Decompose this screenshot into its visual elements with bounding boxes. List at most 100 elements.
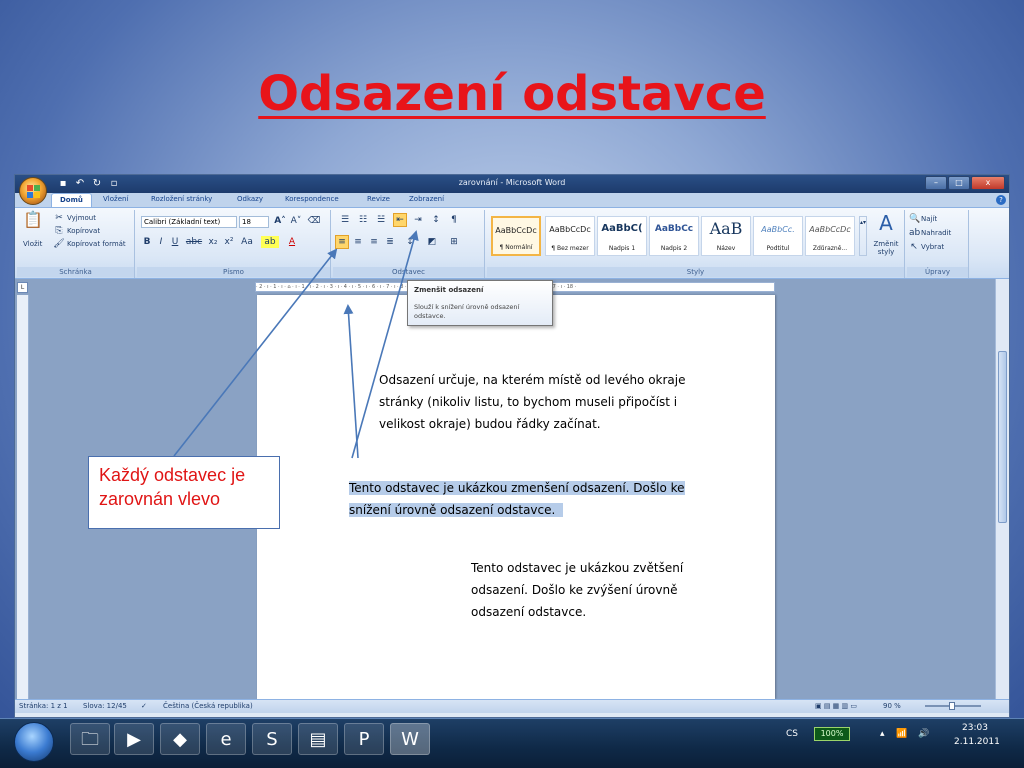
- change-styles-icon[interactable]: A: [871, 212, 901, 234]
- numbering-icon[interactable]: ☷: [355, 214, 371, 226]
- style-heading-1[interactable]: AaBbC( Nadpis 1: [597, 216, 647, 256]
- style-subtitle[interactable]: AaBbCc. Podtitul: [753, 216, 803, 256]
- office-logo-icon: [27, 185, 40, 198]
- clock-time[interactable]: 23:03: [962, 723, 988, 733]
- scrollbar-thumb[interactable]: [998, 351, 1007, 523]
- show-marks-icon[interactable]: ¶: [447, 214, 461, 226]
- office-button[interactable]: [19, 177, 47, 205]
- highlight-icon[interactable]: ab: [261, 236, 279, 248]
- clock-date[interactable]: 2.11.2011: [954, 737, 1000, 747]
- cut-button[interactable]: Vyjmout: [67, 214, 96, 222]
- zoom-level[interactable]: 90 %: [883, 702, 901, 710]
- help-icon[interactable]: ?: [996, 195, 1006, 205]
- callout-text: Každý odstavec je zarovnán vlevo: [99, 465, 246, 509]
- shrink-font-icon[interactable]: A˅: [289, 215, 303, 227]
- vertical-ruler: [17, 295, 29, 699]
- paragraph-3[interactable]: Tento odstavec je ukázkou zvětšení odsaz…: [471, 557, 751, 623]
- paragraph-group: ☰ ☷ ☱ ⇤ ⇥ ↕ ¶ ≡ ≡ ≡ ≣ ↕ ◩ ⊞ Odstavec: [333, 210, 485, 278]
- align-center-icon[interactable]: ≡: [351, 236, 365, 248]
- replace-button[interactable]: Nahradit: [921, 229, 951, 237]
- input-language[interactable]: CS: [786, 729, 798, 739]
- clear-format-icon[interactable]: ⌫: [307, 215, 321, 227]
- explorer-icon[interactable]: 🗀: [70, 723, 110, 755]
- archive-icon[interactable]: ▤: [298, 723, 338, 755]
- skype-icon[interactable]: S: [252, 723, 292, 755]
- tab-mailings[interactable]: Korespondence: [285, 195, 339, 203]
- sort-icon[interactable]: ↕: [429, 214, 443, 226]
- zoom-slider[interactable]: [925, 702, 981, 710]
- volume-icon[interactable]: 🔊: [918, 729, 929, 739]
- align-left-icon[interactable]: ≡: [335, 235, 349, 249]
- shading-icon[interactable]: ◩: [425, 236, 439, 248]
- battery-indicator[interactable]: 100%: [814, 727, 850, 741]
- paste-button[interactable]: Vložit: [23, 240, 42, 248]
- tab-insert[interactable]: Vložení: [103, 195, 128, 203]
- copy-button[interactable]: Kopírovat: [67, 227, 100, 235]
- subscript-icon[interactable]: x₂: [207, 236, 219, 248]
- paragraph-2-selected[interactable]: Tento odstavec je ukázkou zmenšení odsaz…: [349, 477, 769, 521]
- proofing-icon[interactable]: ✓: [141, 702, 147, 710]
- find-button[interactable]: Najít: [921, 215, 937, 223]
- app-icon[interactable]: ◆: [160, 723, 200, 755]
- document-page[interactable]: Odsazení určuje, na kterém místě od levé…: [257, 295, 775, 699]
- align-right-icon[interactable]: ≡: [367, 236, 381, 248]
- style-no-spacing[interactable]: AaBbCcDc ¶ Bez mezer: [545, 216, 595, 256]
- format-painter-button[interactable]: Kopírovat formát: [67, 240, 126, 248]
- tab-page-layout[interactable]: Rozložení stránky: [151, 195, 212, 203]
- tray-show-hidden-icon[interactable]: ▴: [880, 729, 885, 739]
- increase-indent-icon[interactable]: ⇥: [411, 214, 425, 226]
- grow-font-icon[interactable]: A˄: [273, 215, 287, 227]
- style-normal[interactable]: AaBbCcDc ¶ Normální: [491, 216, 541, 256]
- underline-icon[interactable]: U: [169, 236, 181, 248]
- close-button[interactable]: x: [971, 176, 1005, 190]
- network-icon[interactable]: 📶: [896, 729, 907, 739]
- styles-scroll-icon[interactable]: ▴▾: [859, 216, 867, 256]
- powerpoint-icon[interactable]: P: [344, 723, 384, 755]
- paste-icon[interactable]: 📋: [23, 212, 43, 236]
- select-icon: ↖: [910, 242, 918, 252]
- borders-icon[interactable]: ⊞: [447, 236, 461, 248]
- start-button[interactable]: [14, 722, 54, 762]
- tab-selector-icon[interactable]: L: [17, 282, 28, 293]
- title-bar: ▪ ↶ ↻ ▫ zarovnání - Microsoft Word – □ x: [15, 175, 1009, 193]
- tab-review[interactable]: Revize: [367, 195, 390, 203]
- font-color-icon[interactable]: A: [285, 236, 299, 248]
- font-family-select[interactable]: Calibri (Základní text): [141, 216, 237, 228]
- status-bar: Stránka: 1 z 1 Slova: 12/45 ✓ Čeština (Č…: [15, 699, 1009, 713]
- italic-icon[interactable]: I: [155, 236, 167, 248]
- font-size-select[interactable]: 18: [239, 216, 269, 228]
- internet-explorer-icon[interactable]: e: [206, 723, 246, 755]
- word-count[interactable]: Slova: 12/45: [83, 702, 127, 710]
- word-icon[interactable]: W: [390, 723, 430, 755]
- tab-references[interactable]: Odkazy: [237, 195, 263, 203]
- line-spacing-icon[interactable]: ↕: [403, 236, 417, 248]
- select-button[interactable]: Vybrat: [921, 243, 944, 251]
- maximize-button[interactable]: □: [948, 176, 970, 190]
- ribbon: 📋 Vložit ✂ Vyjmout ⎘ Kopírovat 🖌 Kopírov…: [15, 207, 1009, 279]
- strikethrough-icon[interactable]: abc: [185, 236, 203, 248]
- multilevel-list-icon[interactable]: ☱: [373, 214, 389, 226]
- superscript-icon[interactable]: x²: [223, 236, 235, 248]
- bold-icon[interactable]: B: [141, 236, 153, 248]
- editing-group-label: Úpravy: [907, 267, 968, 277]
- style-heading-2[interactable]: AaBbCc Nadpis 2: [649, 216, 699, 256]
- vertical-scrollbar[interactable]: [995, 279, 1009, 699]
- minimize-button[interactable]: –: [925, 176, 947, 190]
- language-status[interactable]: Čeština (Česká republika): [163, 702, 253, 710]
- zoom-slider-knob[interactable]: [949, 702, 955, 710]
- tab-view[interactable]: Zobrazení: [409, 195, 444, 203]
- paragraph-1[interactable]: Odsazení určuje, na kterém místě od levé…: [379, 369, 759, 435]
- editing-group: 🔍 Najít ab Nahradit ↖ Vybrat Úpravy: [907, 210, 969, 278]
- change-case-icon[interactable]: Aa: [239, 236, 255, 248]
- decrease-indent-icon[interactable]: ⇤: [393, 213, 407, 227]
- bullets-icon[interactable]: ☰: [337, 214, 353, 226]
- style-emphasis[interactable]: AaBbCcDc Zdůrazně...: [805, 216, 855, 256]
- media-player-icon[interactable]: ▶: [114, 723, 154, 755]
- tab-home[interactable]: Domů: [51, 193, 92, 208]
- taskbar: 🗀 ▶ ◆ e S ▤ P W CS 100% ▴ 📶 🔊 23:03 2.11…: [0, 718, 1024, 768]
- page-count[interactable]: Stránka: 1 z 1: [19, 702, 68, 710]
- change-styles-button[interactable]: Změnit styly: [871, 240, 901, 256]
- view-buttons[interactable]: ▣ ▤ ▦ ▥ ▭: [815, 702, 857, 710]
- style-title[interactable]: AaB Název: [701, 216, 751, 256]
- justify-icon[interactable]: ≣: [383, 236, 397, 248]
